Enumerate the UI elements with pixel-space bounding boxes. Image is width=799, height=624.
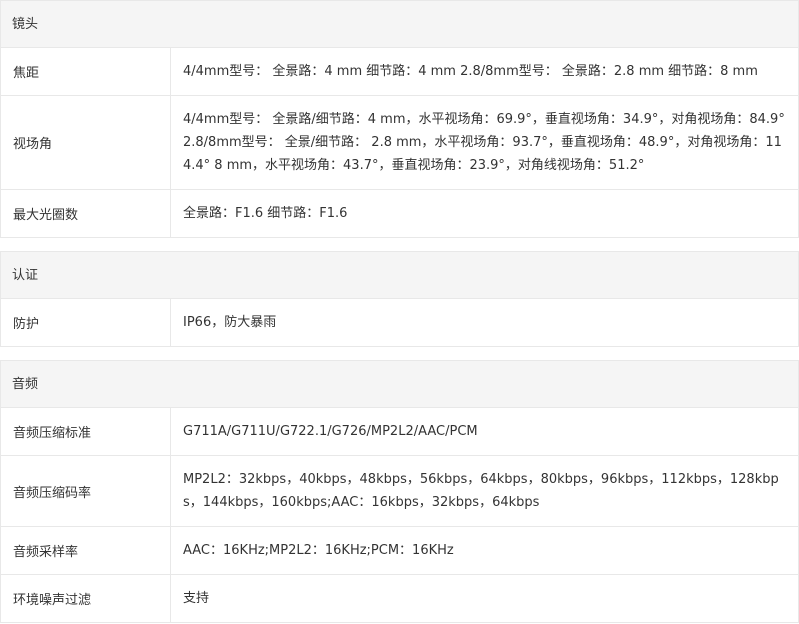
spec-label: 焦距 — [1, 48, 171, 95]
spec-section-audio: 音频 音频压缩标准 G711A/G711U/G722.1/G726/MP2L2/… — [0, 360, 799, 623]
spec-section-lens: 镜头 焦距 4/4mm型号： 全景路：4 mm 细节路：4 mm 2.8/8mm… — [0, 0, 799, 238]
spec-section-certification: 认证 防护 IP66，防大暴雨 — [0, 251, 799, 347]
spec-value: 支持 — [183, 591, 210, 606]
section-title: 音频 — [1, 361, 798, 408]
spec-row-max-aperture: 最大光圈数 全景路：F1.6 细节路：F1.6 — [1, 190, 798, 237]
section-title: 镜头 — [1, 1, 798, 48]
spec-row-field-of-view: 视场角 4/4mm型号： 全景路/细节路：4 mm，水平视场角：69.9°，垂直… — [1, 96, 798, 190]
spec-row-audio-sample-rate: 音频采样率 AAC：16KHz;MP2L2：16KHz;PCM：16KHz — [1, 527, 798, 575]
section-title: 认证 — [1, 252, 798, 299]
spec-value: 4/4mm型号： 全景路：4 mm 细节路：4 mm 2.8/8mm型号： 全景… — [183, 64, 758, 79]
spec-label: 最大光圈数 — [1, 190, 171, 237]
spec-page: 镜头 焦距 4/4mm型号： 全景路：4 mm 细节路：4 mm 2.8/8mm… — [0, 0, 799, 624]
spec-value: MP2L2：32kbps，40kbps，48kbps，56kbps，64kbps… — [183, 472, 779, 510]
spec-row-focal-length: 焦距 4/4mm型号： 全景路：4 mm 细节路：4 mm 2.8/8mm型号：… — [1, 48, 798, 96]
spec-value: G711A/G711U/G722.1/G726/MP2L2/AAC/PCM — [183, 424, 478, 439]
spec-label: 音频采样率 — [1, 527, 171, 574]
spec-value: AAC：16KHz;MP2L2：16KHz;PCM：16KHz — [183, 543, 454, 558]
spec-label: 视场角 — [1, 96, 171, 189]
spec-row-noise-filter: 环境噪声过滤 支持 — [1, 575, 798, 622]
spec-label: 音频压缩标准 — [1, 408, 171, 455]
spec-value: 4/4mm型号： 全景路/细节路：4 mm，水平视场角：69.9°，垂直视场角：… — [183, 112, 785, 173]
spec-row-audio-compression-standard: 音频压缩标准 G711A/G711U/G722.1/G726/MP2L2/AAC… — [1, 408, 798, 456]
spec-label: 音频压缩码率 — [1, 456, 171, 526]
spec-label: 环境噪声过滤 — [1, 575, 171, 622]
spec-row-audio-bitrate: 音频压缩码率 MP2L2：32kbps，40kbps，48kbps，56kbps… — [1, 456, 798, 527]
spec-row-protection: 防护 IP66，防大暴雨 — [1, 299, 798, 346]
spec-value: 全景路：F1.6 细节路：F1.6 — [183, 206, 348, 221]
spec-value: IP66，防大暴雨 — [183, 315, 277, 330]
spec-label: 防护 — [1, 299, 171, 346]
